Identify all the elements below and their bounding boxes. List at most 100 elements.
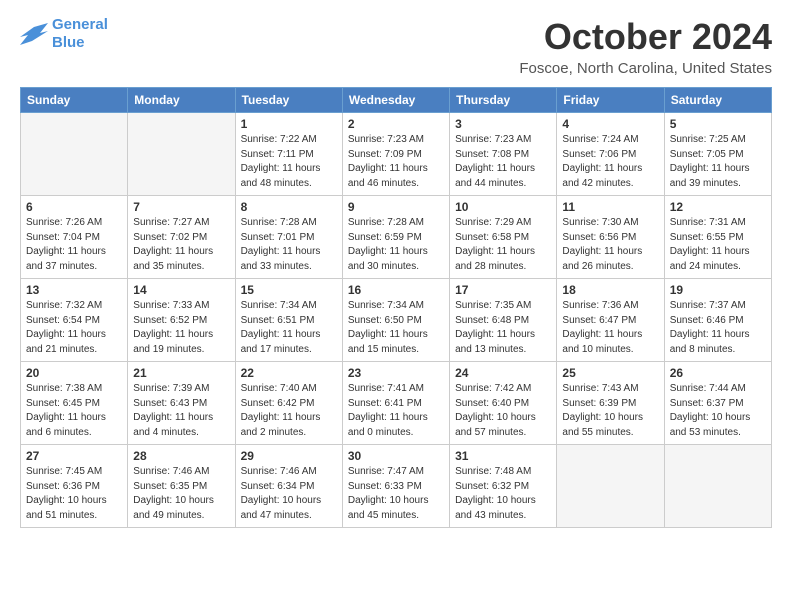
day-info: Sunrise: 7:37 AM Sunset: 6:46 PM Dayligh… xyxy=(670,299,766,357)
calendar-week-row: 27 Sunrise: 7:45 AM Sunset: 6:36 PM Dayli… xyxy=(21,445,772,528)
day-info: Sunrise: 7:28 AM Sunset: 6:59 PM Dayligh… xyxy=(348,216,444,274)
weekday-header: Saturday xyxy=(664,88,771,113)
day-info: Sunrise: 7:45 AM Sunset: 6:36 PM Dayligh… xyxy=(26,465,122,523)
day-info: Sunrise: 7:46 AM Sunset: 6:34 PM Dayligh… xyxy=(241,465,337,523)
calendar-cell: 9 Sunrise: 7:28 AM Sunset: 6:59 PM Daylig… xyxy=(342,196,449,279)
day-info: Sunrise: 7:24 AM Sunset: 7:06 PM Dayligh… xyxy=(562,133,658,191)
calendar-cell: 20Sunrise: 7:38 AM Sunset: 6:45 PM Dayli… xyxy=(21,362,128,445)
day-info: Sunrise: 7:48 AM Sunset: 6:32 PM Dayligh… xyxy=(455,465,551,523)
day-number: 18 xyxy=(562,283,658,297)
day-info: Sunrise: 7:47 AM Sunset: 6:33 PM Dayligh… xyxy=(348,465,444,523)
day-info: Sunrise: 7:34 AM Sunset: 6:51 PM Dayligh… xyxy=(241,299,337,357)
calendar-table: SundayMondayTuesdayWednesdayThursdayFrid… xyxy=(20,87,772,528)
day-number: 25 xyxy=(562,366,658,380)
calendar-week-row: 13Sunrise: 7:32 AM Sunset: 6:54 PM Dayli… xyxy=(21,279,772,362)
day-number: 20 xyxy=(26,366,122,380)
calendar-title: October 2024 xyxy=(519,16,772,58)
calendar-cell: 23Sunrise: 7:41 AM Sunset: 6:41 PM Dayli… xyxy=(342,362,449,445)
title-block: October 2024 Foscoe, North Carolina, Uni… xyxy=(519,16,772,77)
weekday-header: Sunday xyxy=(21,88,128,113)
calendar-cell: 12Sunrise: 7:31 AM Sunset: 6:55 PM Dayli… xyxy=(664,196,771,279)
calendar-cell: 18 Sunrise: 7:36 AM Sunset: 6:47 PM Dayli… xyxy=(557,279,664,362)
calendar-cell: 25Sunrise: 7:43 AM Sunset: 6:39 PM Dayli… xyxy=(557,362,664,445)
weekday-header: Wednesday xyxy=(342,88,449,113)
calendar-week-row: 1Sunrise: 7:22 AM Sunset: 7:11 PM Daylig… xyxy=(21,113,772,196)
day-info: Sunrise: 7:44 AM Sunset: 6:37 PM Dayligh… xyxy=(670,382,766,440)
day-number: 8 xyxy=(241,200,337,214)
calendar-cell: 22Sunrise: 7:40 AM Sunset: 6:42 PM Dayli… xyxy=(235,362,342,445)
day-number: 29 xyxy=(241,449,337,463)
logo-text: General Blue xyxy=(52,16,108,52)
day-number: 21 xyxy=(133,366,229,380)
calendar-cell: 15 Sunrise: 7:34 AM Sunset: 6:51 PM Dayli… xyxy=(235,279,342,362)
calendar-cell: 29 Sunrise: 7:46 AM Sunset: 6:34 PM Dayli… xyxy=(235,445,342,528)
day-info: Sunrise: 7:30 AM Sunset: 6:56 PM Dayligh… xyxy=(562,216,658,274)
day-info: Sunrise: 7:23 AM Sunset: 7:08 PM Dayligh… xyxy=(455,133,551,191)
calendar-cell: 6 Sunrise: 7:26 AM Sunset: 7:04 PM Daylig… xyxy=(21,196,128,279)
day-info: Sunrise: 7:39 AM Sunset: 6:43 PM Dayligh… xyxy=(133,382,229,440)
day-number: 27 xyxy=(26,449,122,463)
calendar-cell: 7 Sunrise: 7:27 AM Sunset: 7:02 PM Daylig… xyxy=(128,196,235,279)
calendar-cell: 10Sunrise: 7:29 AM Sunset: 6:58 PM Dayli… xyxy=(450,196,557,279)
day-number: 3 xyxy=(455,117,551,131)
logo-line1: General xyxy=(52,16,108,33)
day-info: Sunrise: 7:46 AM Sunset: 6:35 PM Dayligh… xyxy=(133,465,229,523)
day-info: Sunrise: 7:35 AM Sunset: 6:48 PM Dayligh… xyxy=(455,299,551,357)
day-number: 5 xyxy=(670,117,766,131)
calendar-cell: 30 Sunrise: 7:47 AM Sunset: 6:33 PM Dayli… xyxy=(342,445,449,528)
calendar-cell: 13Sunrise: 7:32 AM Sunset: 6:54 PM Dayli… xyxy=(21,279,128,362)
calendar-cell: 14Sunrise: 7:33 AM Sunset: 6:52 PM Dayli… xyxy=(128,279,235,362)
calendar-cell: 4 Sunrise: 7:24 AM Sunset: 7:06 PM Daylig… xyxy=(557,113,664,196)
calendar-cell: 24 Sunrise: 7:42 AM Sunset: 6:40 PM Dayli… xyxy=(450,362,557,445)
weekday-header-row: SundayMondayTuesdayWednesdayThursdayFrid… xyxy=(21,88,772,113)
calendar-cell: 31Sunrise: 7:48 AM Sunset: 6:32 PM Dayli… xyxy=(450,445,557,528)
day-info: Sunrise: 7:41 AM Sunset: 6:41 PM Dayligh… xyxy=(348,382,444,440)
day-number: 9 xyxy=(348,200,444,214)
day-number: 24 xyxy=(455,366,551,380)
calendar-cell: 26 Sunrise: 7:44 AM Sunset: 6:37 PM Dayli… xyxy=(664,362,771,445)
calendar-cell xyxy=(21,113,128,196)
calendar-week-row: 20Sunrise: 7:38 AM Sunset: 6:45 PM Dayli… xyxy=(21,362,772,445)
logo: General Blue xyxy=(20,16,108,52)
day-number: 6 xyxy=(26,200,122,214)
weekday-header: Thursday xyxy=(450,88,557,113)
day-info: Sunrise: 7:36 AM Sunset: 6:47 PM Dayligh… xyxy=(562,299,658,357)
calendar-cell xyxy=(664,445,771,528)
calendar-cell: 28 Sunrise: 7:46 AM Sunset: 6:35 PM Dayli… xyxy=(128,445,235,528)
calendar-cell xyxy=(557,445,664,528)
day-info: Sunrise: 7:28 AM Sunset: 7:01 PM Dayligh… xyxy=(241,216,337,274)
logo-bird-icon xyxy=(20,23,48,45)
day-number: 26 xyxy=(670,366,766,380)
day-number: 30 xyxy=(348,449,444,463)
calendar-cell: 17Sunrise: 7:35 AM Sunset: 6:48 PM Dayli… xyxy=(450,279,557,362)
calendar-cell: 21 Sunrise: 7:39 AM Sunset: 6:43 PM Dayli… xyxy=(128,362,235,445)
day-info: Sunrise: 7:26 AM Sunset: 7:04 PM Dayligh… xyxy=(26,216,122,274)
day-number: 19 xyxy=(670,283,766,297)
day-number: 2 xyxy=(348,117,444,131)
day-info: Sunrise: 7:25 AM Sunset: 7:05 PM Dayligh… xyxy=(670,133,766,191)
calendar-cell: 1Sunrise: 7:22 AM Sunset: 7:11 PM Daylig… xyxy=(235,113,342,196)
calendar-cell: 19 Sunrise: 7:37 AM Sunset: 6:46 PM Dayli… xyxy=(664,279,771,362)
calendar-subtitle: Foscoe, North Carolina, United States xyxy=(519,60,772,77)
day-info: Sunrise: 7:27 AM Sunset: 7:02 PM Dayligh… xyxy=(133,216,229,274)
day-info: Sunrise: 7:34 AM Sunset: 6:50 PM Dayligh… xyxy=(348,299,444,357)
logo-line2: Blue xyxy=(52,34,85,51)
day-info: Sunrise: 7:31 AM Sunset: 6:55 PM Dayligh… xyxy=(670,216,766,274)
calendar-cell: 2 Sunrise: 7:23 AM Sunset: 7:09 PM Daylig… xyxy=(342,113,449,196)
weekday-header: Tuesday xyxy=(235,88,342,113)
day-number: 28 xyxy=(133,449,229,463)
day-info: Sunrise: 7:42 AM Sunset: 6:40 PM Dayligh… xyxy=(455,382,551,440)
day-info: Sunrise: 7:23 AM Sunset: 7:09 PM Dayligh… xyxy=(348,133,444,191)
calendar-cell: 27 Sunrise: 7:45 AM Sunset: 6:36 PM Dayli… xyxy=(21,445,128,528)
calendar-week-row: 6 Sunrise: 7:26 AM Sunset: 7:04 PM Daylig… xyxy=(21,196,772,279)
day-number: 7 xyxy=(133,200,229,214)
day-number: 4 xyxy=(562,117,658,131)
day-info: Sunrise: 7:22 AM Sunset: 7:11 PM Dayligh… xyxy=(241,133,337,191)
day-number: 16 xyxy=(348,283,444,297)
day-info: Sunrise: 7:32 AM Sunset: 6:54 PM Dayligh… xyxy=(26,299,122,357)
calendar-cell: 8 Sunrise: 7:28 AM Sunset: 7:01 PM Daylig… xyxy=(235,196,342,279)
calendar-cell xyxy=(128,113,235,196)
day-number: 15 xyxy=(241,283,337,297)
calendar-cell: 16 Sunrise: 7:34 AM Sunset: 6:50 PM Dayli… xyxy=(342,279,449,362)
day-number: 22 xyxy=(241,366,337,380)
